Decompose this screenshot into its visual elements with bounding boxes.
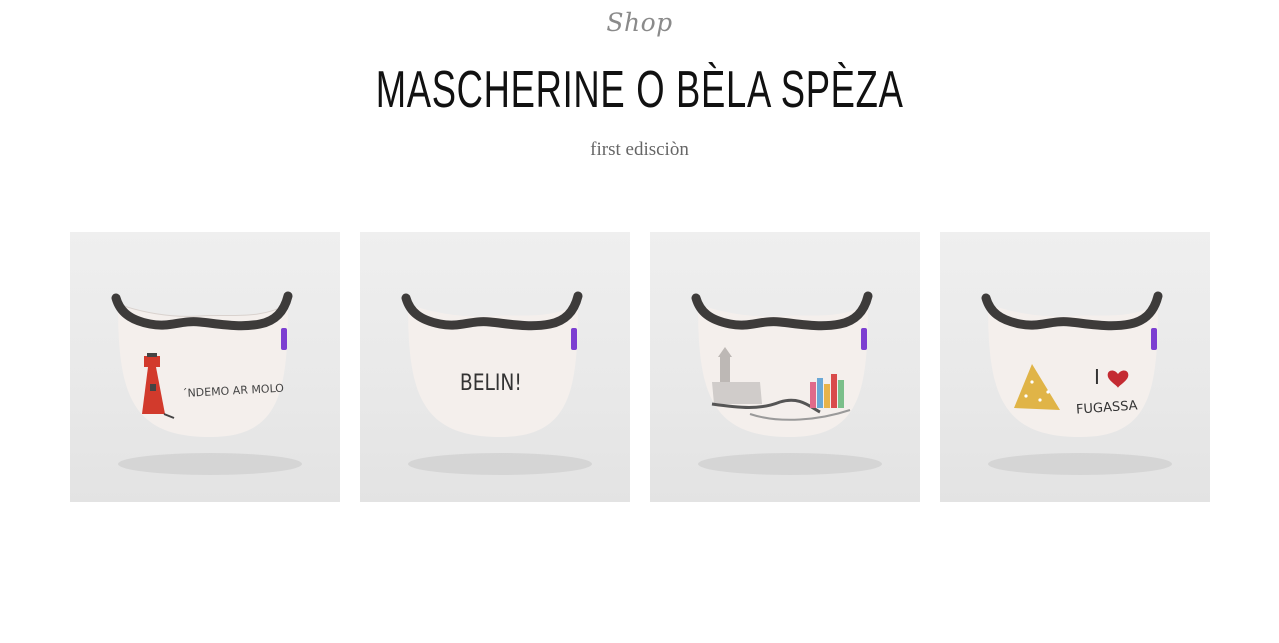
product-card[interactable] bbox=[650, 232, 920, 502]
mask-tag bbox=[281, 328, 287, 350]
mask-print-text: BELIN! bbox=[460, 370, 522, 396]
page-subtitle: first edisciòn bbox=[590, 139, 689, 160]
product-card[interactable]: I FUGASSA bbox=[940, 232, 1210, 502]
mask-strap bbox=[401, 291, 583, 331]
mask-strap bbox=[981, 291, 1163, 331]
mask-image[interactable]: BELIN! bbox=[360, 232, 630, 502]
mask-image[interactable]: ´NDEMO AR MOLO bbox=[70, 232, 340, 502]
mask-shadow bbox=[698, 453, 882, 475]
mask-tag bbox=[861, 328, 867, 350]
mask-tag bbox=[571, 328, 577, 350]
mask-tag bbox=[1151, 328, 1157, 350]
section-eyebrow: Shop bbox=[606, 8, 673, 37]
mask-shadow bbox=[988, 453, 1172, 475]
page-title: MASCHERINE O BÈLA SPÈZA bbox=[375, 61, 904, 119]
mask-shadow bbox=[408, 453, 592, 475]
mask-image[interactable]: I FUGASSA bbox=[940, 232, 1210, 502]
product-grid: ´NDEMO AR MOLO BELIN! I FUGASSA bbox=[70, 232, 1210, 502]
product-card[interactable]: ´NDEMO AR MOLO bbox=[70, 232, 340, 502]
mask-strap bbox=[691, 291, 873, 331]
mask-shadow bbox=[118, 453, 302, 475]
mask-print-text: I bbox=[1094, 365, 1100, 389]
mask-image[interactable] bbox=[650, 232, 920, 502]
product-card[interactable]: BELIN! bbox=[360, 232, 630, 502]
